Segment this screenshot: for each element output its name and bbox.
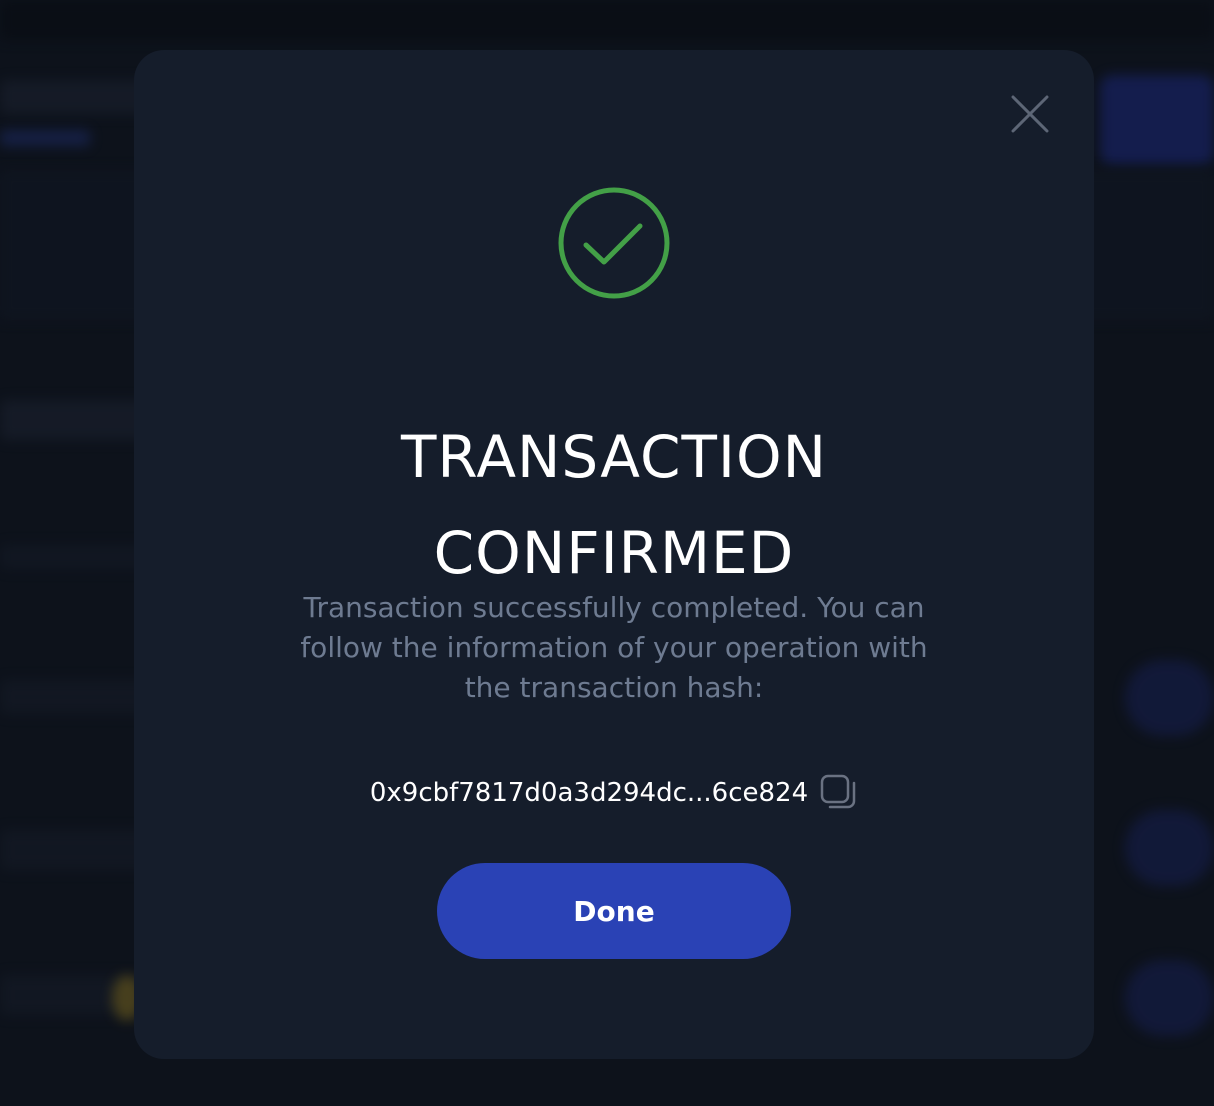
transaction-hash: 0x9cbf7817d0a3d294dc...6ce824 bbox=[369, 778, 809, 808]
background-row bbox=[0, 680, 150, 714]
background-text-line bbox=[0, 545, 150, 569]
background-heading bbox=[0, 400, 150, 440]
check-circle-icon bbox=[556, 185, 672, 301]
background-row bbox=[0, 830, 150, 870]
modal-description: Transaction successfully completed. You … bbox=[300, 591, 928, 704]
transaction-confirmed-modal: TRANSACTION CONFIRMED Transaction succes… bbox=[134, 50, 1094, 1059]
background-button bbox=[1100, 75, 1214, 165]
background-top-bar bbox=[0, 0, 1214, 40]
background-subtitle bbox=[0, 130, 90, 146]
modal-title: TRANSACTION CONFIRMED bbox=[134, 409, 1094, 601]
transaction-hash-row: 0x9cbf7817d0a3d294dc...6ce824 bbox=[134, 772, 1094, 814]
copy-icon[interactable] bbox=[820, 774, 858, 812]
modal-title-line-1: TRANSACTION bbox=[400, 422, 828, 491]
background-pill-button bbox=[1125, 810, 1214, 886]
background-pill-button bbox=[1125, 660, 1214, 736]
done-button[interactable]: Done bbox=[437, 863, 791, 959]
close-icon bbox=[1011, 95, 1049, 133]
background-pill-button bbox=[1125, 960, 1214, 1036]
background-title bbox=[0, 80, 150, 114]
close-button[interactable] bbox=[1010, 94, 1050, 134]
modal-title-line-2: CONFIRMED bbox=[433, 518, 795, 587]
